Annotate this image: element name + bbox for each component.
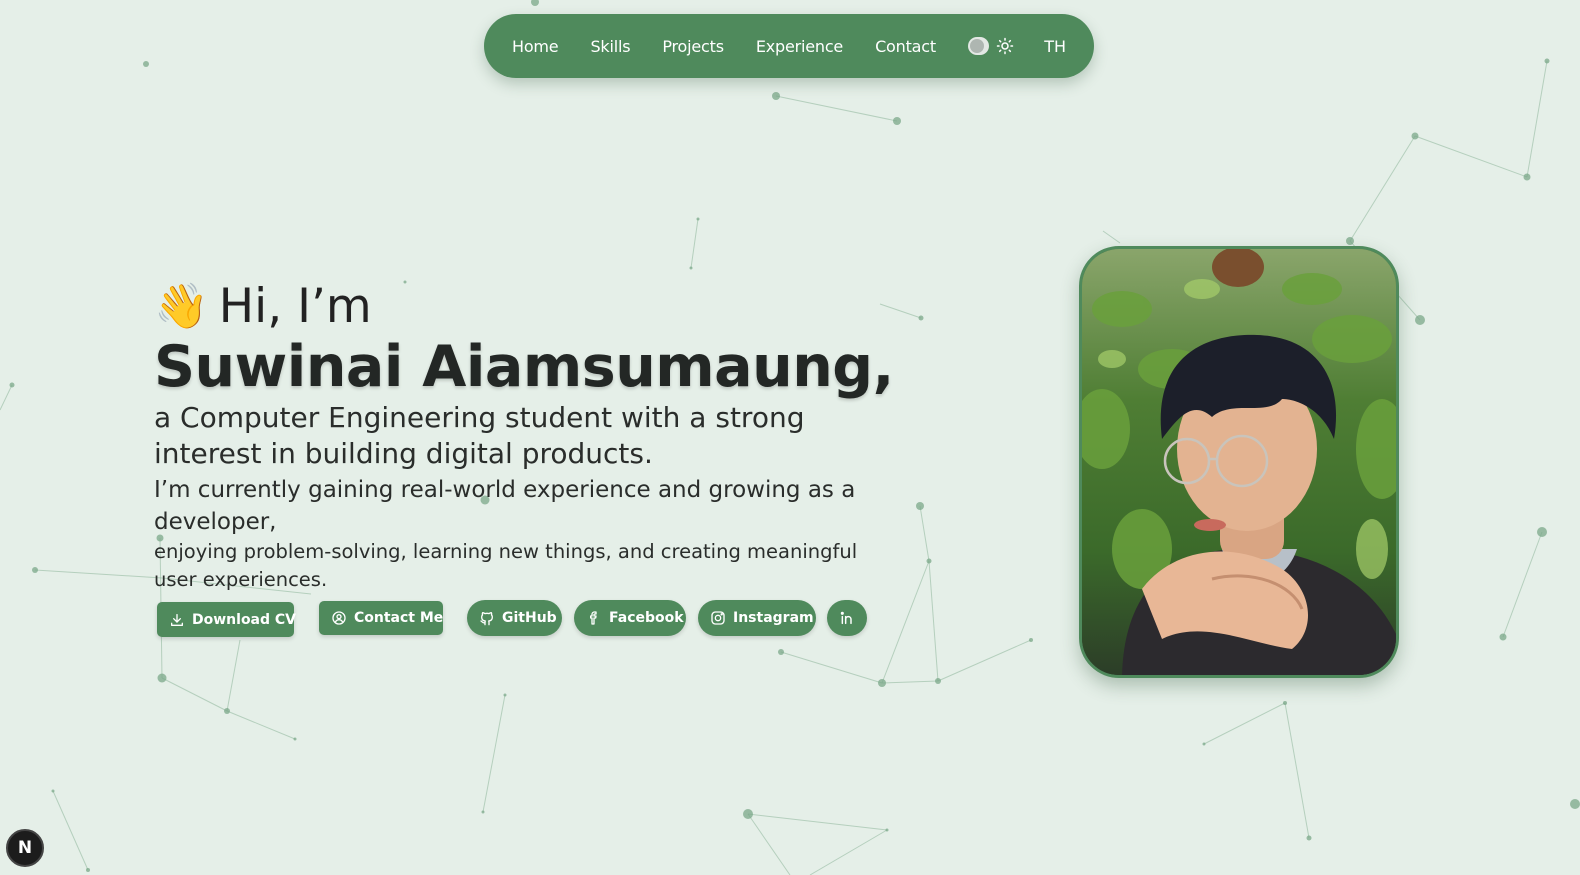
linkedin-button[interactable] [827, 600, 867, 636]
nav-projects[interactable]: Projects [662, 37, 724, 56]
profile-photo [1079, 246, 1399, 678]
hero-subline-2: enjoying problem-solving, learning new t… [154, 540, 858, 591]
download-cv-label: Download CV [192, 611, 297, 628]
download-cv-button[interactable]: Download CV [157, 602, 297, 637]
dev-indicator-badge[interactable]: N [6, 829, 44, 867]
instagram-icon [710, 610, 726, 626]
theme-toggle[interactable] [967, 37, 990, 55]
download-icon [169, 612, 185, 628]
contact-me-button[interactable]: Contact Me [319, 601, 443, 635]
nav-skills[interactable]: Skills [590, 37, 630, 56]
top-navbar: Home Skills Projects Experience Contact … [484, 14, 1094, 78]
facebook-label: Facebook [609, 610, 684, 626]
hero-tagline: a Computer Engineering student with a st… [154, 401, 805, 470]
user-circle-icon [331, 610, 347, 626]
greeting-text: Hi, I’m [218, 279, 372, 334]
hero-subline: I’m currently gaining real-world experie… [154, 477, 856, 535]
hero-section: 👋 Hi, I’m Suwinai Aiamsumaung, a Compute… [154, 280, 914, 594]
facebook-button[interactable]: Facebook [574, 600, 686, 636]
sun-icon[interactable] [996, 36, 1014, 56]
instagram-button[interactable]: Instagram [698, 600, 816, 636]
nav-experience[interactable]: Experience [756, 37, 843, 56]
facebook-icon [586, 610, 602, 626]
github-label: GitHub [502, 610, 557, 626]
contact-me-label: Contact Me [354, 610, 444, 626]
nav-home[interactable]: Home [512, 37, 559, 56]
linkedin-icon [839, 610, 855, 626]
github-icon [479, 610, 495, 626]
greeting-line: 👋 Hi, I’m [154, 280, 914, 334]
nav-contact[interactable]: Contact [875, 37, 936, 56]
language-switch[interactable]: TH [1044, 37, 1066, 56]
github-button[interactable]: GitHub [467, 600, 562, 636]
waving-hand-icon: 👋 [154, 281, 209, 332]
instagram-label: Instagram [733, 610, 814, 626]
hero-name: Suwinai Aiamsumaung, [154, 334, 894, 400]
theme-toggle-knob [969, 39, 984, 53]
